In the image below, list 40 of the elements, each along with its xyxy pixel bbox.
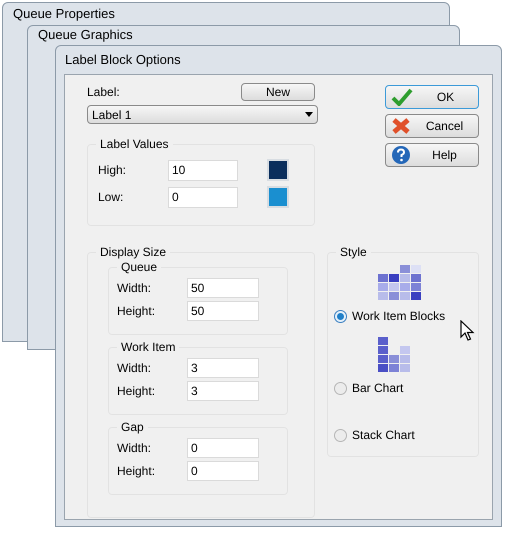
- field-label: Width:: [117, 280, 152, 297]
- value-field[interactable]: 3: [187, 358, 259, 378]
- value-field[interactable]: 0: [187, 461, 259, 481]
- mouse-cursor-icon: [460, 320, 476, 342]
- field-label: Width:: [117, 360, 152, 377]
- label-caption: Label:: [87, 84, 120, 101]
- field-label: Height:: [117, 303, 156, 320]
- dropdown-value: Label 1: [92, 106, 132, 124]
- field-label: Height:: [117, 383, 156, 400]
- label-dropdown[interactable]: Label 1: [87, 105, 318, 124]
- color-swatch[interactable]: [267, 159, 289, 181]
- field-label: Width:: [117, 440, 152, 457]
- close-icon: [391, 117, 411, 135]
- dropdown-arrow-icon: [305, 112, 313, 117]
- new-button[interactable]: New: [241, 83, 315, 101]
- window-title: Queue Properties: [13, 6, 115, 22]
- cancel-button[interactable]: Cancel: [385, 114, 479, 138]
- window-title: Label Block Options: [64, 51, 182, 69]
- value-field[interactable]: 10: [168, 160, 238, 180]
- style-radio[interactable]: Stack Chart: [334, 426, 415, 444]
- window-title: Queue Graphics: [38, 27, 133, 43]
- value-field[interactable]: 0: [168, 186, 238, 208]
- value-field[interactable]: 50: [187, 301, 259, 321]
- help-icon: [391, 145, 411, 165]
- field-label: Height:: [117, 463, 156, 480]
- blocks-icon: [377, 265, 423, 301]
- group-title: Display Size: [96, 244, 170, 260]
- field-label: High:: [98, 162, 128, 179]
- value-field[interactable]: 50: [187, 278, 259, 298]
- help-button[interactable]: Help: [385, 143, 479, 167]
- checkmark-icon: [391, 88, 413, 106]
- value-field[interactable]: 3: [187, 381, 259, 401]
- group-title: Style: [336, 244, 371, 260]
- bar-chart-icon: [377, 337, 413, 373]
- ok-button[interactable]: OK: [385, 85, 479, 109]
- color-swatch[interactable]: [267, 186, 289, 208]
- style-radio[interactable]: Work Item Blocks: [334, 307, 446, 325]
- value-field[interactable]: 0: [187, 438, 259, 458]
- style-radio[interactable]: Bar Chart: [334, 379, 404, 397]
- field-label: Low:: [98, 189, 124, 206]
